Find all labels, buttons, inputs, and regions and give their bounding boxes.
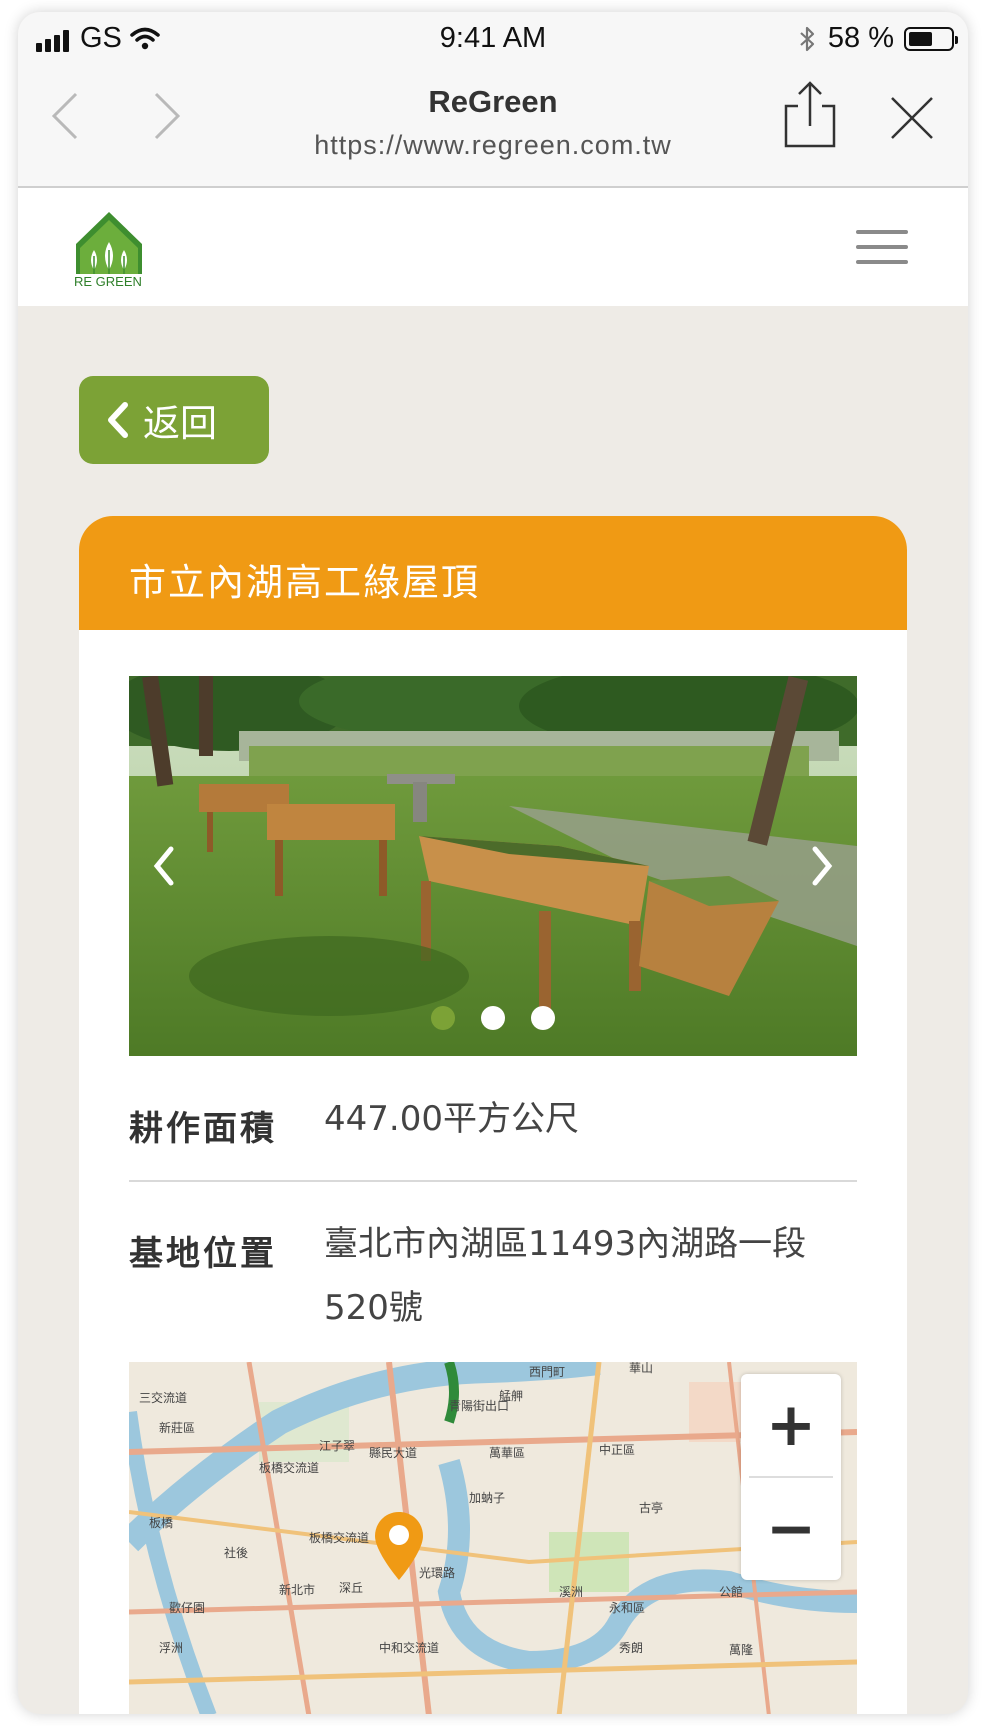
site-title: 市立內湖高工綠屋頂	[129, 561, 480, 604]
map-label: 華山	[629, 1362, 653, 1375]
map-zoom-control: + −	[741, 1374, 841, 1580]
map-label: 新莊區	[159, 1420, 195, 1435]
logo-text: RE GREEN	[74, 274, 142, 289]
carousel-dot[interactable]	[531, 1006, 555, 1030]
map-label: 浮洲	[159, 1641, 183, 1655]
site-detail-card: 市立內湖高工綠屋頂 耕作面積 447.00平方公尺 基地位置 臺北市內湖區114…	[79, 516, 907, 1714]
map-label: 萬華區	[489, 1446, 525, 1460]
location-label: 基地位置	[129, 1234, 277, 1274]
map-label: 深丘	[339, 1581, 363, 1595]
back-button-label: 返回	[143, 402, 217, 445]
share-button[interactable]	[782, 80, 838, 150]
phone-frame: GS 9:41 AM 58 % ReGreen https://www.regr…	[18, 12, 968, 1714]
location-value: 臺北市內湖區11493內湖路一段520號	[324, 1224, 807, 1328]
map-label: 溪洲	[559, 1585, 583, 1599]
browser-toolbar: ReGreen https://www.regreen.com.tw	[18, 66, 968, 188]
map-label: 加蚋子	[469, 1491, 505, 1505]
area-label: 耕作面積	[129, 1109, 277, 1149]
map-label: 板橋交流道	[309, 1530, 369, 1545]
bluetooth-icon	[800, 26, 814, 51]
map-label: 古亭	[639, 1500, 663, 1515]
hamburger-menu-button[interactable]	[856, 230, 908, 266]
battery-fill	[909, 31, 933, 46]
map-label: 板橋	[149, 1516, 173, 1530]
carousel-dot[interactable]	[481, 1006, 505, 1030]
map-label: 社後	[224, 1545, 248, 1560]
map-label: 秀朗	[619, 1641, 643, 1655]
photo-carousel[interactable]	[129, 676, 857, 1056]
leaf-house-logo-icon	[76, 212, 142, 274]
zoom-out-button[interactable]: −	[741, 1478, 841, 1580]
map-label: 歡仔園	[169, 1600, 205, 1615]
area-value: 447.00平方公尺	[324, 1099, 579, 1139]
divider	[129, 1180, 857, 1182]
carousel-prev-button[interactable]	[145, 841, 185, 891]
map-label: 新北市	[279, 1582, 315, 1597]
site-header: RE GREEN	[18, 188, 968, 306]
chevron-left-icon	[108, 402, 128, 438]
map-label: 永和區	[609, 1601, 645, 1615]
map-label: 艋舺	[499, 1389, 523, 1403]
chevron-right-icon	[812, 846, 833, 886]
carousel-next-button[interactable]	[801, 841, 841, 891]
close-button[interactable]	[888, 94, 936, 142]
map-label: 萬隆	[729, 1642, 753, 1657]
menu-icon	[856, 230, 908, 234]
status-bar: GS 9:41 AM 58 %	[18, 12, 968, 66]
map-label: 光環路	[419, 1565, 455, 1580]
map-label: 中正區	[599, 1442, 635, 1457]
location-map[interactable]: 三交流道 新莊區 江子翠 板橋交流道 縣民大道 萬華區 西門町 華山 中正區 古亭 新北市 板橋交流道…	[129, 1362, 857, 1714]
carousel-dot[interactable]	[431, 1006, 455, 1030]
map-label: 西門町	[529, 1365, 565, 1379]
chevron-left-icon	[153, 846, 174, 886]
carousel-indicators	[129, 1006, 857, 1030]
card-header: 市立內湖高工綠屋頂	[79, 516, 907, 630]
battery-percent: 58 %	[827, 22, 894, 54]
map-label: 三交流道	[139, 1390, 187, 1405]
map-label: 江子翠	[319, 1439, 355, 1453]
close-icon	[891, 97, 933, 139]
battery-icon	[904, 26, 958, 51]
map-label: 板橋交流道	[259, 1460, 319, 1475]
map-label: 公館	[719, 1584, 743, 1599]
share-icon	[784, 81, 836, 148]
back-button[interactable]: 返回	[79, 376, 269, 464]
zoom-in-button[interactable]: +	[741, 1374, 841, 1476]
map-label: 中和交流道	[379, 1640, 439, 1655]
map-label: 縣民大道	[369, 1446, 417, 1460]
garden-photo	[129, 676, 857, 1056]
